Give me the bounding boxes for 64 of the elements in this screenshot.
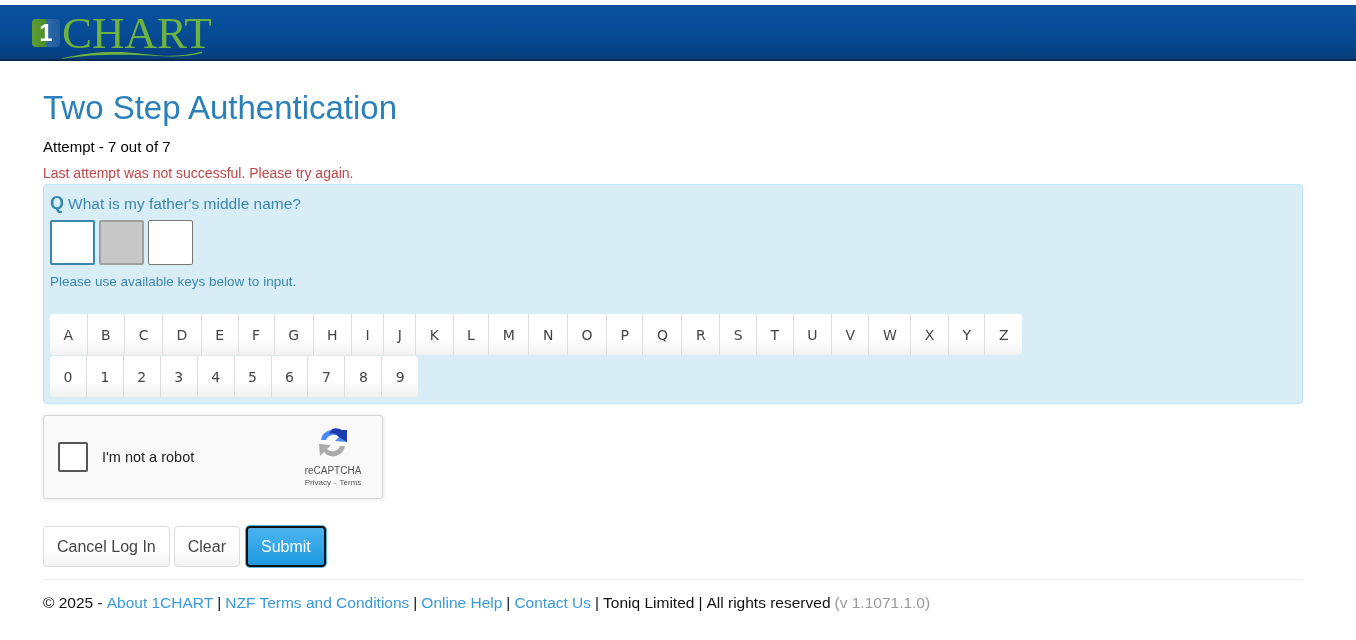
captcha-link[interactable]: Privacy <box>304 477 331 489</box>
key-button[interactable]: K <box>416 314 454 355</box>
key-button[interactable]: I <box>352 314 385 355</box>
key-button[interactable]: J <box>384 314 417 355</box>
key-button[interactable]: L <box>453 314 490 355</box>
key-button[interactable]: 8 <box>345 356 383 397</box>
swoosh-icon <box>62 50 202 59</box>
key-button[interactable]: T <box>757 314 794 355</box>
logo-tile: 1 <box>32 19 60 47</box>
key-button[interactable]: 6 <box>271 356 309 397</box>
key-button[interactable]: 0 <box>50 356 87 397</box>
key-button[interactable]: 2 <box>123 356 161 397</box>
key-button[interactable]: D <box>162 314 202 355</box>
question-text: What is my father's middle name? <box>68 194 301 214</box>
key-button[interactable]: V <box>831 314 870 355</box>
key-button[interactable]: Y <box>948 314 986 355</box>
key-button[interactable]: F <box>238 314 275 355</box>
key-button[interactable]: B <box>87 314 126 355</box>
key-button[interactable]: R <box>682 314 721 355</box>
attempt-text: Attempt - 7 out of 7 <box>43 137 172 157</box>
footer-text: | <box>217 593 222 613</box>
logo-text: CHART <box>62 13 213 49</box>
key-button[interactable]: M <box>489 314 530 355</box>
key-button[interactable]: W <box>869 314 912 355</box>
key-button[interactable]: Z <box>985 314 1023 355</box>
key-button[interactable]: A <box>50 314 88 355</box>
error-message: Last attempt was not successful. Please try again. <box>43 164 355 183</box>
answer-box[interactable] <box>148 220 193 265</box>
captcha-separator: - <box>333 477 337 489</box>
footer-text: | <box>698 593 703 613</box>
action-button[interactable]: Clear <box>173 526 240 567</box>
key-button[interactable]: 7 <box>308 356 346 397</box>
key-button[interactable]: 4 <box>197 356 235 397</box>
answer-box[interactable] <box>50 220 95 265</box>
action-button[interactable]: Cancel Log In <box>43 526 170 567</box>
captcha-checkbox[interactable] <box>58 442 88 472</box>
footer-text: | <box>595 593 600 613</box>
key-button[interactable]: G <box>274 314 314 355</box>
key-button[interactable]: H <box>313 314 353 355</box>
key-button[interactable]: 3 <box>160 356 198 397</box>
key-button[interactable]: C <box>125 314 163 355</box>
question-prefix: Q <box>50 192 64 214</box>
key-button[interactable]: Q <box>643 314 683 355</box>
key-button[interactable]: N <box>529 314 568 355</box>
key-button[interactable]: 9 <box>382 356 419 397</box>
key-button[interactable]: 5 <box>234 356 272 397</box>
key-button[interactable]: U <box>793 314 832 355</box>
captcha-label: I'm not a robot <box>102 449 196 465</box>
key-button[interactable]: P <box>606 314 644 355</box>
footer-text: | <box>506 593 511 613</box>
footer-text: | <box>413 593 418 613</box>
page-title: Two Step Authentication <box>43 89 399 126</box>
footer-text: © 2025 - <box>43 593 103 613</box>
version-text: (v 1.1071.1.0) <box>834 593 931 613</box>
captcha-brand-text: reCAPTCHA <box>304 465 362 477</box>
key-button[interactable]: E <box>201 314 239 355</box>
footer-text: All rights reserved <box>706 593 831 613</box>
key-button[interactable]: S <box>720 314 758 355</box>
key-button[interactable]: 1 <box>86 356 124 397</box>
key-button[interactable]: X <box>911 314 949 355</box>
footer-text: Toniq Limited <box>603 593 695 613</box>
captcha-link[interactable]: Terms <box>339 477 362 489</box>
hint-text: Please use available keys below to input. <box>50 273 298 291</box>
key-button[interactable]: O <box>567 314 607 355</box>
